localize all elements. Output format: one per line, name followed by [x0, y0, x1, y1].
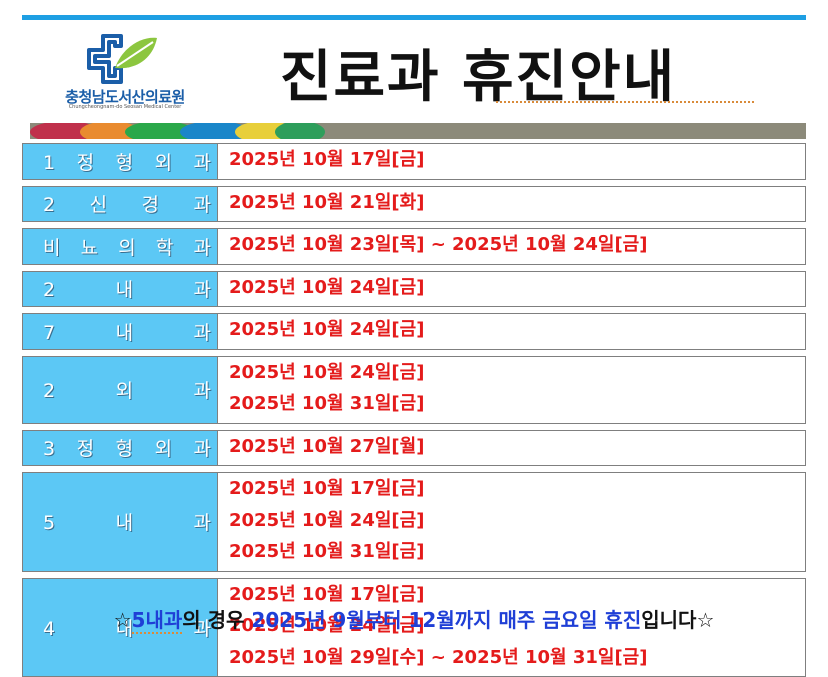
closure-date: 2025년 10월 17일[금]	[229, 144, 424, 176]
department-cell: 1 정 형 외 과	[23, 144, 218, 179]
title-underline	[496, 101, 754, 103]
dates-cell: 2025년 10월 24일[금]2025년 10월 31일[금]	[229, 357, 424, 420]
dates-cell: 2025년 10월 24일[금]	[229, 314, 424, 346]
table-row: 비 뇨 의 학 과 2025년 10월 23일[목] ~ 2025년 10월 24…	[22, 228, 806, 265]
dates-cell: 2025년 10월 23일[목] ~ 2025년 10월 24일[금]	[229, 229, 647, 261]
closure-date: 2025년 10월 31일[금]	[229, 388, 424, 420]
table-row: 3 정 형 외 과 2025년 10월 27일[월]	[22, 430, 806, 467]
footer-text-2: 입니다	[641, 608, 696, 632]
department-name: 7 내 과	[33, 318, 213, 345]
department-cell: 비 뇨 의 학 과	[23, 229, 218, 264]
department-name: 2 내 과	[33, 275, 213, 302]
footer-schedule: 2025년 9월부터 12월까지 매주 금요일 휴진	[251, 608, 641, 632]
table-row: 2 신 경 과 2025년 10월 21일[화]	[22, 186, 806, 223]
department-cell: 5 내 과	[23, 473, 218, 571]
dates-cell: 2025년 10월 24일[금]	[229, 272, 424, 304]
closure-date: 2025년 10월 27일[월]	[229, 431, 424, 463]
dates-cell: 2025년 10월 27일[월]	[229, 431, 424, 463]
department-cell: 7 내 과	[23, 314, 218, 349]
footer-notice: ☆5내과의 경우 2025년 9월부터 12월까지 매주 금요일 휴진입니다☆	[0, 604, 828, 633]
table-row: 5 내 과 2025년 10월 17일[금]2025년 10월 24일[금]202…	[22, 472, 806, 572]
table-row: 1 정 형 외 과 2025년 10월 17일[금]	[22, 143, 806, 180]
closure-date: 2025년 10월 31일[금]	[229, 536, 424, 568]
star-right: ☆	[696, 608, 714, 632]
department-cell: 3 정 형 외 과	[23, 431, 218, 466]
table-row: 2 외 과 2025년 10월 24일[금]2025년 10월 31일[금]	[22, 356, 806, 424]
closure-date: 2025년 10월 29일[수] ~ 2025년 10월 31일[금]	[229, 642, 647, 674]
table-row: 2 내 과 2025년 10월 24일[금]	[22, 271, 806, 308]
table-row: 7 내 과 2025년 10월 24일[금]	[22, 313, 806, 350]
footer-text-1: 의 경우	[182, 608, 251, 632]
department-name: 비 뇨 의 학 과	[33, 233, 213, 260]
decorative-banner	[30, 123, 806, 139]
closure-date: 2025년 10월 24일[금]	[229, 272, 424, 304]
department-name: 2 외 과	[33, 376, 213, 403]
star-left: ☆	[114, 608, 132, 632]
cross-leaf-icon	[45, 28, 205, 86]
closure-date: 2025년 10월 24일[금]	[229, 357, 424, 389]
department-name: 5 내 과	[33, 508, 213, 535]
footer-dept: 5내과	[132, 608, 183, 634]
hospital-logo: 충청남도서산의료원 Chungcheongnam-do Seosan Medic…	[45, 28, 205, 108]
department-cell: 2 내 과	[23, 272, 218, 307]
closure-date: 2025년 10월 24일[금]	[229, 314, 424, 346]
closure-date: 2025년 10월 24일[금]	[229, 505, 424, 537]
top-accent-bar	[22, 15, 806, 20]
dates-cell: 2025년 10월 17일[금]	[229, 144, 424, 176]
department-name: 1 정 형 외 과	[33, 148, 213, 175]
department-name: 3 정 형 외 과	[33, 434, 213, 461]
closure-date: 2025년 10월 17일[금]	[229, 473, 424, 505]
closure-date: 2025년 10월 21일[화]	[229, 187, 424, 219]
closure-date: 2025년 10월 23일[목] ~ 2025년 10월 24일[금]	[229, 229, 647, 261]
dates-cell: 2025년 10월 21일[화]	[229, 187, 424, 219]
department-name: 2 신 경 과	[33, 190, 213, 217]
hospital-subtitle: Chungcheongnam-do Seosan Medical Center	[45, 104, 205, 110]
department-cell: 2 신 경 과	[23, 187, 218, 222]
department-cell: 2 외 과	[23, 357, 218, 423]
dates-cell: 2025년 10월 17일[금]2025년 10월 24일[금]2025년 10…	[229, 473, 424, 568]
